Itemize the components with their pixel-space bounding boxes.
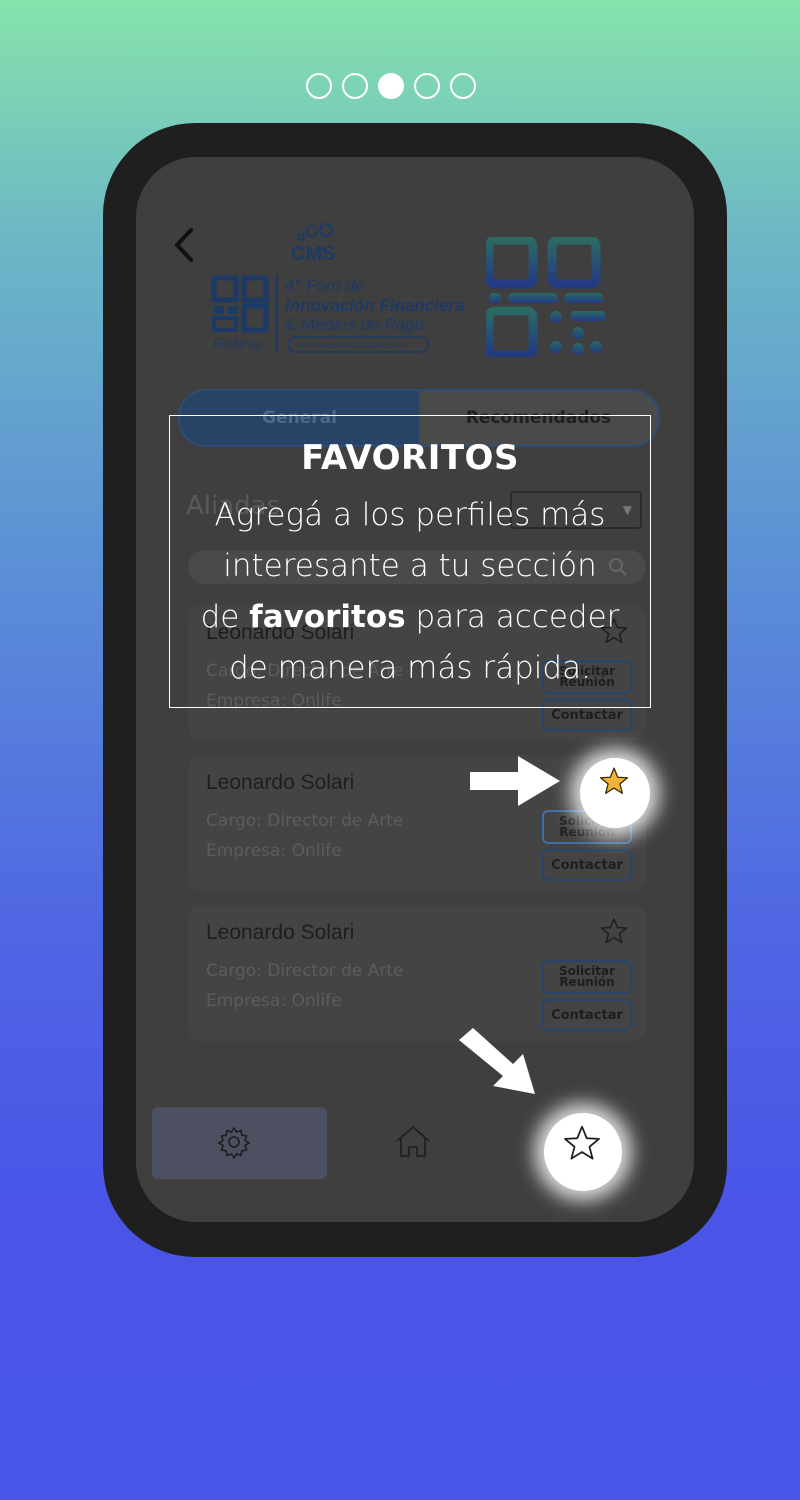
tooltip-body: Agregá a los perfiles más interesante a … [160, 490, 660, 694]
profile-name: Leonardo Solari [206, 771, 355, 794]
pagination-dot[interactable] [306, 73, 332, 99]
logo-brand-text: Fin&Pay [213, 336, 264, 351]
tooltip-text: para acceder [405, 599, 620, 635]
tooltip-line: Agregá a los perfiles más [214, 497, 606, 533]
profile-empresa: Empresa: Onlife [206, 841, 342, 861]
contactar-button[interactable]: Contactar [542, 849, 632, 881]
star-filled-icon[interactable] [599, 766, 629, 796]
logo-line2: Innovación Financiera [285, 296, 465, 315]
solicitar-reunion-button[interactable]: Solicitar Reunión [542, 960, 632, 994]
tooltip-text: de [200, 599, 250, 635]
profile-cargo: Cargo: Director de Arte [206, 961, 404, 981]
qr-logo-graphic [486, 237, 606, 357]
logo-line3: & Medios de Pago [285, 315, 424, 334]
tutorial-tooltip: FAVORITOS Agregá a los perfiles más inte… [169, 415, 651, 708]
star-nav-icon[interactable] [563, 1124, 601, 1162]
gear-icon[interactable] [216, 1124, 252, 1160]
tooltip-bold-text: favoritos [249, 599, 406, 635]
home-icon[interactable] [395, 1124, 431, 1160]
tooltip-line: interesante a tu sección [223, 548, 597, 584]
profile-empresa: Empresa: Onlife [206, 991, 342, 1011]
tooltip-title: FAVORITOS [301, 438, 519, 478]
back-arrow-icon[interactable] [174, 227, 194, 263]
pagination-dots [306, 73, 476, 99]
profile-name: Leonardo Solari [206, 921, 355, 944]
pagination-dot[interactable] [414, 73, 440, 99]
profile-cargo: Cargo: Director de Arte [206, 811, 404, 831]
pagination-dot[interactable] [450, 73, 476, 99]
logo-date: 19 de noviembre 2021 Buenos Aires [295, 343, 408, 350]
arrow-down-right-icon [459, 1028, 535, 1094]
profile-card: Leonardo Solari Cargo: Director de Arte … [188, 755, 646, 891]
pagination-dot[interactable] [342, 73, 368, 99]
profile-card: Leonardo Solari Cargo: Director de Arte … [188, 905, 646, 1041]
pagination-dot-active[interactable] [378, 73, 404, 99]
contactar-button[interactable]: Contactar [542, 999, 632, 1031]
tooltip-line: de manera más rápida. [229, 650, 591, 686]
tooltip-line: de favoritos para acceder [160, 592, 660, 643]
event-logo: CMS Fin&Pay 4° Foro de Innovación Financ… [211, 223, 465, 353]
star-outline-icon[interactable] [600, 917, 628, 945]
logo-line1: 4° Foro de [285, 276, 365, 295]
logo-org-text: CMS [291, 243, 335, 265]
arrow-right-icon [470, 756, 560, 806]
